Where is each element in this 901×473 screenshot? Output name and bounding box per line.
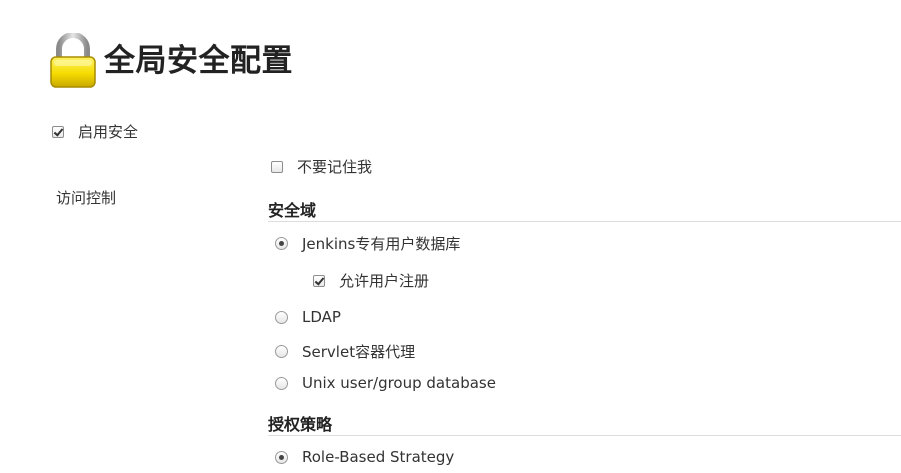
realm-jenkins-label: Jenkins专有用户数据库 <box>302 235 461 253</box>
realm-option-jenkins[interactable]: Jenkins专有用户数据库 <box>275 233 460 254</box>
security-realm-divider <box>268 221 901 222</box>
realm-option-ldap[interactable]: LDAP <box>275 308 341 326</box>
authz-option-role-based[interactable]: Role-Based Strategy <box>275 448 454 466</box>
realm-unix-radio[interactable] <box>275 376 288 390</box>
authorization-title: 授权策略 <box>268 415 333 434</box>
page-title: 全局安全配置 <box>104 42 293 79</box>
authz-role-based-radio[interactable] <box>275 450 288 464</box>
enable-security-checkbox[interactable] <box>52 125 64 138</box>
lock-icon <box>50 33 96 88</box>
realm-option-unix[interactable]: Unix user/group database <box>275 374 496 392</box>
access-control-label: 访问控制 <box>56 189 117 207</box>
realm-servlet-label: Servlet容器代理 <box>302 343 416 361</box>
page-header: 全局安全配置 <box>48 31 293 91</box>
realm-option-servlet[interactable]: Servlet容器代理 <box>275 341 415 362</box>
allow-signup-row[interactable]: 允许用户注册 <box>313 270 429 291</box>
realm-unix-label: Unix user/group database <box>302 374 496 392</box>
authz-role-based-label: Role-Based Strategy <box>302 448 455 466</box>
realm-jenkins-radio[interactable] <box>275 237 288 250</box>
realm-servlet-radio[interactable] <box>275 345 288 358</box>
realm-ldap-radio[interactable] <box>275 310 288 324</box>
enable-security-row[interactable]: 启用安全 <box>52 121 138 142</box>
dont-remember-me-label: 不要记住我 <box>297 158 373 176</box>
dont-remember-me-checkbox[interactable] <box>271 160 283 173</box>
authorization-divider <box>268 435 901 436</box>
allow-signup-checkbox[interactable] <box>313 274 325 287</box>
enable-security-label: 启用安全 <box>78 123 139 141</box>
realm-ldap-label: LDAP <box>302 308 341 326</box>
allow-signup-label: 允许用户注册 <box>339 272 430 290</box>
dont-remember-me-row[interactable]: 不要记住我 <box>271 156 372 177</box>
security-realm-title: 安全域 <box>268 201 317 220</box>
